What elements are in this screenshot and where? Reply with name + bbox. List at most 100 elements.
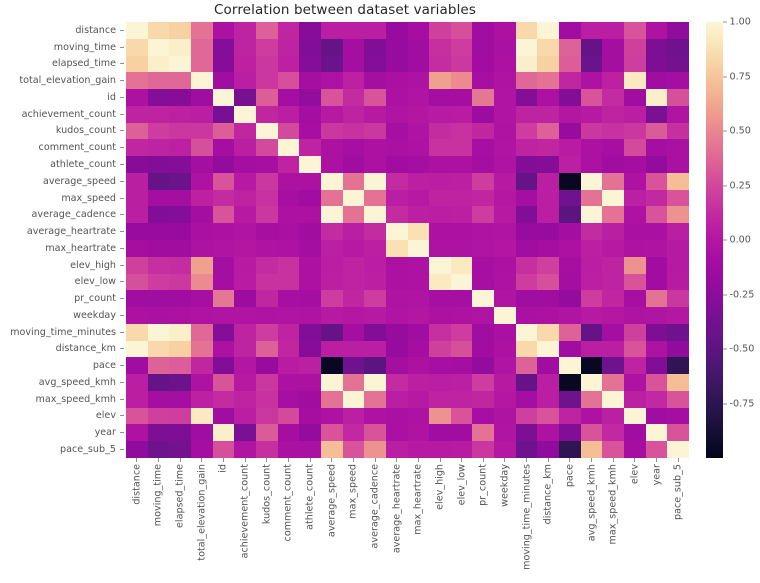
heatmap-cell — [277, 374, 300, 391]
heatmap-cell — [234, 374, 256, 391]
heatmap-cell — [537, 323, 560, 341]
heatmap-cell — [320, 139, 343, 157]
heatmap-cell — [234, 105, 256, 123]
heatmap-cell — [624, 307, 646, 324]
heatmap-cell — [494, 156, 516, 173]
heatmap-cell — [364, 424, 386, 442]
heatmap-cell — [299, 105, 321, 123]
heatmap-cell — [277, 407, 300, 425]
heatmap-cell — [364, 307, 386, 324]
heatmap-cell — [624, 22, 646, 39]
heatmap-cell — [190, 206, 213, 224]
x-axis-tick-label-text: max_speed_kmh — [607, 464, 619, 545]
y-axis-tick-label: year — [94, 427, 116, 439]
heatmap-cell — [212, 89, 235, 106]
colorbar-tick-text: 0.00 — [729, 234, 751, 246]
heatmap-cell — [472, 139, 495, 157]
heatmap-cell — [472, 407, 495, 425]
heatmap-cell — [126, 357, 148, 375]
heatmap-cell — [537, 122, 560, 140]
heatmap-cell — [667, 172, 689, 190]
heatmap-cell — [515, 256, 538, 274]
heatmap-cell — [212, 105, 235, 123]
heatmap-cell — [299, 357, 321, 375]
heatmap-cell — [212, 189, 235, 207]
heatmap-cell — [602, 55, 625, 73]
colorbar-tick: -0.25 — [723, 289, 754, 300]
heatmap-cell — [602, 290, 625, 308]
heatmap-cell — [472, 374, 495, 391]
heatmap-cell — [515, 139, 538, 157]
heatmap-cell — [277, 139, 300, 157]
heatmap-cell — [537, 290, 560, 308]
heatmap-cell — [494, 407, 516, 425]
heatmap-cell — [147, 357, 170, 375]
heatmap-cell — [234, 256, 256, 274]
heatmap-cell — [559, 256, 581, 274]
heatmap-cell — [299, 307, 321, 324]
heatmap-cell — [126, 273, 148, 291]
heatmap-cell — [385, 441, 408, 458]
heatmap-cell — [429, 256, 451, 274]
heatmap-cell — [667, 273, 689, 291]
heatmap-cell — [255, 223, 278, 240]
heatmap-cell — [602, 223, 625, 240]
heatmap-cell — [342, 156, 365, 173]
heatmap-cell — [212, 55, 235, 73]
x-axis-tick-label-text: weekday — [499, 464, 511, 507]
heatmap-cell — [169, 323, 191, 341]
heatmap-cell — [190, 307, 213, 324]
heatmap-cell — [559, 172, 581, 190]
heatmap-cell — [515, 273, 538, 291]
heatmap-cell — [645, 22, 668, 39]
heatmap-cell — [559, 357, 581, 375]
heatmap-cell — [624, 89, 646, 106]
heatmap-cell — [602, 441, 625, 458]
x-axis-tick-label-text: max_heartrate — [412, 464, 424, 535]
heatmap-cell — [645, 139, 668, 157]
heatmap-cell — [450, 424, 473, 442]
heatmap-cell — [407, 407, 430, 425]
heatmap-cell — [472, 156, 495, 173]
x-axis-tick-label-text: max_speed — [347, 464, 359, 519]
heatmap-cell — [385, 407, 408, 425]
heatmap-cell — [407, 374, 430, 391]
heatmap-cell — [299, 323, 321, 341]
heatmap-cell — [407, 290, 430, 308]
heatmap-cell — [126, 239, 148, 257]
heatmap-cell — [320, 441, 343, 458]
heatmap-cell — [320, 273, 343, 291]
heatmap-cell — [450, 89, 473, 106]
heatmap-cell — [407, 89, 430, 106]
heatmap-cell — [407, 273, 430, 291]
heatmap-cell — [450, 55, 473, 73]
heatmap-cell — [429, 206, 451, 224]
heatmap-cell — [667, 139, 689, 157]
heatmap-cell — [602, 239, 625, 257]
heatmap-cell — [645, 273, 668, 291]
heatmap-cell — [407, 340, 430, 358]
heatmap-cell — [299, 424, 321, 442]
heatmap-cell — [234, 55, 256, 73]
heatmap-cell — [147, 139, 170, 157]
heatmap-cell — [277, 105, 300, 123]
heatmap-cell — [277, 239, 300, 257]
heatmap-cell — [342, 390, 365, 408]
heatmap-cell — [537, 38, 560, 56]
heatmap-cell — [299, 374, 321, 391]
heatmap-cell — [667, 89, 689, 106]
colorbar-tick-text: -0.50 — [729, 343, 755, 355]
heatmap-cell — [407, 22, 430, 39]
heatmap-cell — [429, 357, 451, 375]
heatmap-cell — [320, 22, 343, 39]
heatmap-cell — [450, 189, 473, 207]
heatmap-cell — [190, 441, 213, 458]
heatmap-cell — [255, 38, 278, 56]
heatmap-cell — [255, 89, 278, 106]
heatmap-cell — [407, 307, 430, 324]
heatmap-cell — [429, 55, 451, 73]
heatmap-cell — [190, 89, 213, 106]
heatmap-cell — [515, 156, 538, 173]
heatmap-cell — [515, 390, 538, 408]
heatmap-cell — [602, 206, 625, 224]
